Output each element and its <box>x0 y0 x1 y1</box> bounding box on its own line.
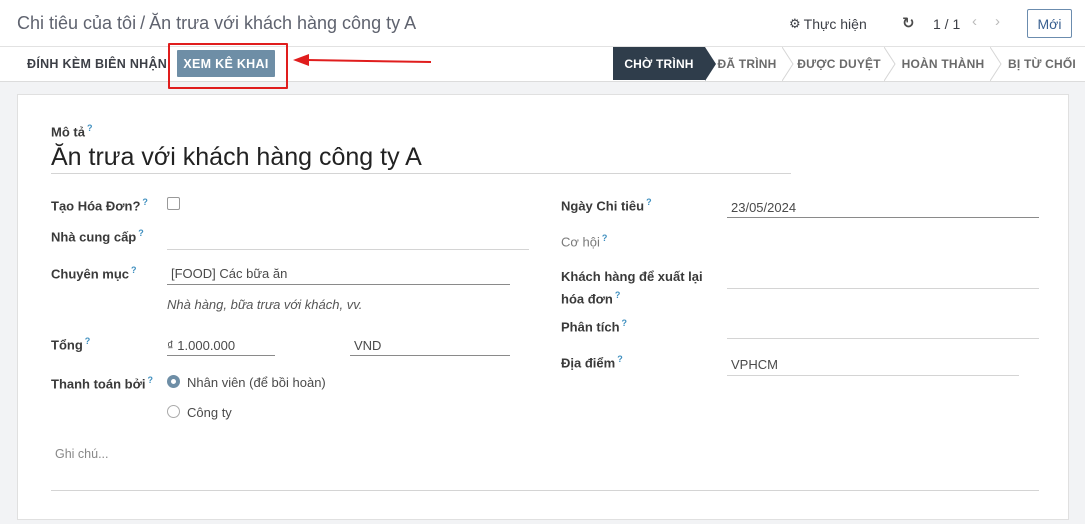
customer-reinvoice-label: Khách hàng để xuất lại hóa đơn? <box>561 269 703 307</box>
category-input[interactable]: [FOOD] Các bữa ăn <box>171 266 287 281</box>
expense-date-label: Ngày Chi tiêu? <box>561 197 652 214</box>
analytic-input[interactable] <box>727 338 1039 339</box>
currency-underline <box>350 355 510 356</box>
radio-employee[interactable] <box>167 375 180 388</box>
refresh-icon[interactable]: ↻ <box>902 14 915 32</box>
create-invoice-checkbox[interactable] <box>167 197 180 210</box>
create-invoice-label: Tạo Hóa Đơn?? <box>51 197 148 214</box>
radio-employee-label[interactable]: Nhân viên (để bồi hoàn) <box>187 375 326 390</box>
stage-submitted[interactable]: ĐÃ TRÌNH <box>712 47 782 80</box>
notes-input[interactable]: Ghi chú... <box>55 447 109 461</box>
chevron-right-icon[interactable]: › <box>995 13 1000 30</box>
stage-refused[interactable]: BỊ TỪ CHỐI <box>1002 47 1082 80</box>
gear-icon: ⚙ <box>789 16 801 31</box>
breadcrumb-parent-link[interactable]: Chi tiêu của tôi <box>17 13 136 33</box>
total-amount-input[interactable]: ₫ 1.000.000 <box>167 338 235 353</box>
radio-company[interactable] <box>167 405 180 418</box>
statusbar: ĐÍNH KÈM BIÊN NHẬN XEM KÊ KHAI CHỜ TRÌNH… <box>0 47 1085 82</box>
paid-by-label: Thanh toán bởi? <box>51 375 153 392</box>
expense-date-underline <box>727 217 1039 218</box>
description-input[interactable]: Ăn trưa với khách hàng công ty A <box>51 143 422 172</box>
form-sheet: Mô tả? Ăn trưa với khách hàng công ty A … <box>17 94 1069 520</box>
breadcrumb-separator: / <box>140 13 146 33</box>
stage-divider <box>884 47 896 81</box>
total-label: Tổng? <box>51 336 91 353</box>
currency-input[interactable]: VND <box>354 338 381 353</box>
radio-company-label[interactable]: Công ty <box>187 405 232 420</box>
total-underline <box>167 355 275 356</box>
notes-underline <box>51 490 1039 491</box>
description-underline <box>51 173 791 174</box>
expense-date-input[interactable]: 23/05/2024 <box>731 200 796 215</box>
stage-approved[interactable]: ĐƯỢC DUYỆT <box>794 47 884 80</box>
stage-to-submit[interactable]: CHỜ TRÌNH <box>613 47 705 80</box>
vendor-input[interactable] <box>167 249 529 250</box>
customer-reinvoice-input[interactable] <box>727 288 1039 289</box>
breadcrumb-current: Ăn trưa với khách hàng công ty A <box>149 13 417 33</box>
category-label: Chuyên mục? <box>51 265 137 282</box>
action-menu-label: Thực hiện <box>803 16 867 32</box>
location-input[interactable]: VPHCM <box>731 357 778 372</box>
control-panel: Chi tiêu của tôi / Ăn trưa với khách hàng … <box>0 0 1085 47</box>
new-button[interactable]: Mới <box>1027 9 1072 38</box>
highlight-box <box>168 43 288 89</box>
analytic-label: Phân tích? <box>561 318 628 335</box>
opportunity-label: Cơ hội? <box>561 233 608 250</box>
pager-value[interactable]: 1 / 1 <box>933 16 960 32</box>
breadcrumb: Chi tiêu của tôi / Ăn trưa với khách hàng … <box>17 13 416 34</box>
category-hint: Nhà hàng, bữa trưa với khách, vv. <box>167 297 363 312</box>
stage-done[interactable]: HOÀN THÀNH <box>896 47 990 80</box>
action-menu-button[interactable]: ⚙ Thực hiện <box>789 16 867 32</box>
chevron-left-icon[interactable]: ‹ <box>972 13 977 30</box>
attach-receipt-button[interactable]: ĐÍNH KÈM BIÊN NHẬN <box>27 57 167 71</box>
vendor-label: Nhà cung cấp? <box>51 228 144 245</box>
stage-divider <box>990 47 1002 81</box>
stage-divider <box>782 47 794 81</box>
location-underline <box>727 375 1019 376</box>
description-label: Mô tả? <box>51 123 93 140</box>
annotation-arrow <box>293 54 432 66</box>
category-underline <box>167 284 510 285</box>
location-label: Địa điểm? <box>561 354 623 371</box>
